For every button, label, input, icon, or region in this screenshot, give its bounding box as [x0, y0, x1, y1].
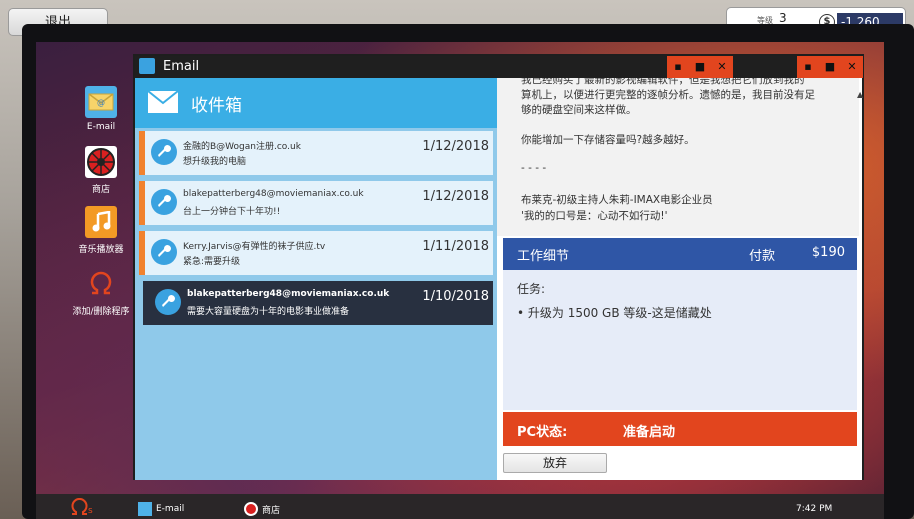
task-label: 任务:: [517, 282, 546, 296]
mail-subject: 紧急:需要升级: [183, 257, 241, 267]
window-titlebar[interactable]: Email ▪ ■ ✕ ▪ ■ ✕: [135, 56, 863, 78]
minimize-icon[interactable]: ▪: [667, 56, 689, 78]
message-line: 我已经购买了最新的影视编辑软件，但是我想把它们放到我的: [521, 78, 805, 86]
mail-date: 1/12/2018: [422, 139, 489, 154]
shop-icon: [244, 502, 258, 516]
abandon-button[interactable]: 放弃: [503, 453, 607, 473]
taskbar-clock: 7:42 PM: [796, 504, 833, 514]
music-note-icon: [85, 206, 117, 238]
pc-status-value: 准备启动: [623, 425, 676, 440]
mail-subject: 需要大容量硬盘为十年的电影事业做准备: [187, 307, 350, 317]
email-icon: @: [85, 86, 117, 118]
taskbar: s E-mail 商店 7:42 PM: [36, 494, 884, 519]
shop-icon: [85, 146, 117, 178]
email-app-icon: [139, 58, 155, 74]
mail-sender: 金融的B@Wogan注册.co.uk: [183, 142, 301, 152]
wrench-icon: [151, 189, 177, 215]
maximize-icon[interactable]: ■: [819, 56, 841, 78]
message-line: 你能增加一下存储容量吗?越多越好。: [521, 134, 695, 146]
taskbar-item-label: 商店: [262, 505, 281, 516]
message-line: 布莱克-初级主持人朱莉-IMAX电影企业员: [521, 194, 713, 206]
message-body[interactable]: 我已经购买了最新的影视编辑软件，但是我想把它们放到我的 算机上，以便进行更完整的…: [497, 78, 859, 236]
scroll-up-icon[interactable]: ▲: [857, 90, 863, 99]
payment-value: $190: [811, 245, 845, 260]
envelope-icon: [147, 90, 179, 113]
mail-list-item[interactable]: 金融的B@Wogan注册.co.uk 想升级我的电脑 1/12/2018: [139, 131, 493, 175]
mail-sender: Kerry.Jarvis@有弹性的袜子供应.tv: [183, 242, 326, 252]
mail-sender: blakepatterberg48@moviemaniax.co.uk: [183, 189, 364, 199]
mail-date: 1/10/2018: [422, 289, 489, 304]
omega-icon: s: [71, 498, 93, 516]
email-window: Email ▪ ■ ✕ ▪ ■ ✕ 收件箱 金融的B@Wogan注册.co.uk…: [133, 54, 864, 480]
desktop-icon-programs[interactable]: 添加/删除程序: [61, 268, 141, 317]
window-controls: ▪ ■ ✕: [797, 56, 863, 78]
inbox-header: 收件箱: [135, 78, 497, 128]
minimize-icon[interactable]: ▪: [797, 56, 819, 78]
desktop-icon-label: 添加/删除程序: [72, 307, 130, 317]
mail-subject: 想升级我的电脑: [183, 157, 247, 167]
mail-list-item-selected[interactable]: blakepatterberg48@moviemaniax.co.uk 需要大容…: [143, 281, 493, 325]
job-details-header: 工作细节 付款 $190: [503, 238, 857, 270]
close-icon[interactable]: ✕: [841, 56, 863, 78]
taskbar-item-label: E-mail: [156, 504, 185, 514]
close-icon[interactable]: ✕: [711, 56, 733, 78]
mail-sender: blakepatterberg48@moviemaniax.co.uk: [187, 289, 390, 299]
svg-text:s: s: [88, 506, 93, 516]
message-line: '我的的口号是：心动不如行动!': [521, 210, 668, 222]
taskbar-item-shop[interactable]: 商店: [244, 502, 280, 516]
start-button[interactable]: s: [70, 498, 96, 519]
svg-text:@: @: [97, 98, 105, 107]
wrench-icon: [151, 239, 177, 265]
email-icon: [138, 502, 152, 516]
inner-window-controls: ▪ ■ ✕: [667, 56, 733, 78]
message-line: - - - -: [521, 162, 547, 174]
inbox-pane: 收件箱 金融的B@Wogan注册.co.uk 想升级我的电脑 1/12/2018…: [135, 78, 497, 480]
desktop-icon-label: 音乐播放器: [78, 245, 124, 255]
mail-date: 1/11/2018: [422, 239, 489, 254]
desktop-icon-music[interactable]: 音乐播放器: [61, 206, 141, 255]
job-details-label: 工作细节: [517, 249, 570, 264]
taskbar-item-email[interactable]: E-mail: [138, 502, 184, 516]
window-title: Email: [163, 59, 200, 74]
task-item: • 升级为 1500 GB 等级-这是储藏处: [517, 306, 712, 320]
message-line: 算机上，以便进行更完整的逐帧分析。遗憾的是，我目前没有足: [521, 89, 815, 101]
inbox-title: 收件箱: [191, 96, 242, 116]
maximize-icon[interactable]: ■: [689, 56, 711, 78]
message-pane: 我已经购买了最新的影视编辑软件，但是我想把它们放到我的 算机上，以便进行更完整的…: [497, 78, 863, 480]
desktop-icon-label: 商店: [91, 185, 110, 195]
job-details-box: 任务: • 升级为 1500 GB 等级-这是储藏处: [503, 270, 857, 410]
desktop-icon-email[interactable]: @ E-mail: [61, 86, 141, 132]
mail-date: 1/12/2018: [422, 189, 489, 204]
desktop-icon-label: E-mail: [86, 122, 116, 132]
mail-list-item[interactable]: Kerry.Jarvis@有弹性的袜子供应.tv 紧急:需要升级 1/11/20…: [139, 231, 493, 275]
wrench-icon: [151, 139, 177, 165]
message-line: 够的硬盘空间来这样做。: [521, 104, 637, 116]
level-value: 3: [779, 11, 787, 25]
desktop-icon-shop[interactable]: 商店: [61, 146, 141, 195]
payment-label: 付款: [749, 249, 776, 264]
wrench-icon: [155, 289, 181, 315]
omega-icon: [85, 268, 117, 300]
mail-list-item[interactable]: blakepatterberg48@moviemaniax.co.uk 台上一分…: [139, 181, 493, 225]
mail-subject: 台上一分钟台下十年功!!: [183, 207, 281, 217]
pc-status-label: PC状态:: [517, 425, 568, 440]
pc-status-bar: PC状态: 准备启动: [503, 412, 857, 446]
